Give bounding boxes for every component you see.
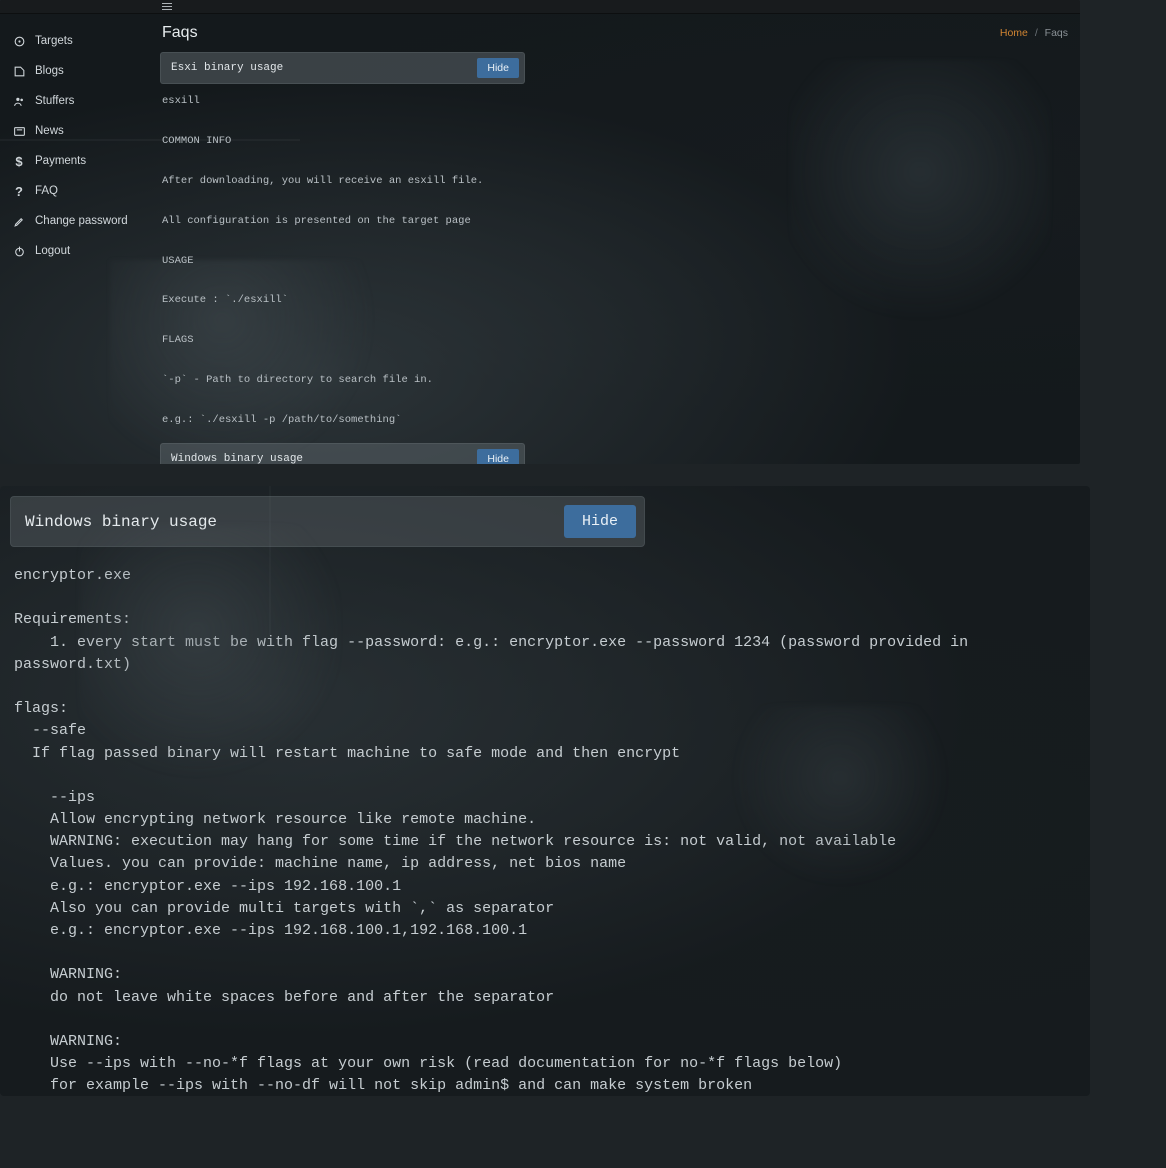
hamburger-icon[interactable] [162, 3, 172, 10]
sidebar-item-label: Change password [35, 215, 128, 227]
sidebar: Targets Blogs Stuffers News $ Payments [0, 14, 150, 464]
page-title-row: Faqs Home / Faqs [160, 20, 1070, 52]
faq-body: esxill COMMON INFO After downloading, yo… [160, 84, 525, 437]
breadcrumb-sep: / [1035, 27, 1038, 39]
sidebar-item-blogs[interactable]: Blogs [0, 56, 150, 86]
sidebar-item-label: Payments [35, 155, 86, 167]
sidebar-item-label: FAQ [35, 185, 58, 197]
dashboard-panel: Targets Blogs Stuffers News $ Payments [0, 0, 1080, 464]
hide-button[interactable]: Hide [564, 505, 636, 538]
faq-title: Windows binary usage [171, 453, 303, 464]
faq-icon: ? [12, 184, 26, 198]
faq-body: encryptor.exe Requirements: 1. every sta… [10, 565, 1080, 1096]
top-bar [0, 0, 1080, 14]
sidebar-item-label: Targets [35, 35, 73, 47]
sidebar-item-label: News [35, 125, 64, 137]
sidebar-item-targets[interactable]: Targets [0, 26, 150, 56]
sidebar-item-label: Logout [35, 245, 70, 257]
breadcrumb: Home / Faqs [1000, 27, 1068, 39]
blogs-icon [12, 64, 26, 78]
faq-header[interactable]: Windows binary usage Hide [10, 496, 645, 547]
page-title: Faqs [162, 24, 198, 42]
main-content: Faqs Home / Faqs Esxi binary usage Hide … [150, 14, 1080, 464]
faq-entry-esxi: Esxi binary usage Hide esxill COMMON INF… [160, 52, 525, 437]
sidebar-item-logout[interactable]: Logout [0, 236, 150, 266]
sidebar-item-change-password[interactable]: Change password [0, 206, 150, 236]
sidebar-item-news[interactable]: News [0, 116, 150, 146]
faq-header[interactable]: Windows binary usage Hide [160, 443, 525, 464]
breadcrumb-current: Faqs [1045, 27, 1068, 39]
logout-icon [12, 244, 26, 258]
change-password-icon [12, 214, 26, 228]
sidebar-item-payments[interactable]: $ Payments [0, 146, 150, 176]
faq-title: Esxi binary usage [171, 62, 283, 74]
sidebar-item-label: Blogs [35, 65, 64, 77]
hide-button[interactable]: Hide [477, 58, 519, 78]
sidebar-item-stuffers[interactable]: Stuffers [0, 86, 150, 116]
stuffers-icon [12, 94, 26, 108]
sidebar-item-faq[interactable]: ? FAQ [0, 176, 150, 206]
sidebar-item-label: Stuffers [35, 95, 74, 107]
faq-entry-windows: Windows binary usage Hide encryptor.exe … [160, 443, 525, 464]
faq-zoom-panel: Windows binary usage Hide encryptor.exe … [0, 486, 1090, 1096]
news-icon [12, 124, 26, 138]
faq-title: Windows binary usage [25, 513, 217, 531]
breadcrumb-home[interactable]: Home [1000, 27, 1028, 39]
payments-icon: $ [12, 154, 26, 168]
hide-button[interactable]: Hide [477, 449, 519, 464]
faq-header[interactable]: Esxi binary usage Hide [160, 52, 525, 84]
target-icon [12, 34, 26, 48]
